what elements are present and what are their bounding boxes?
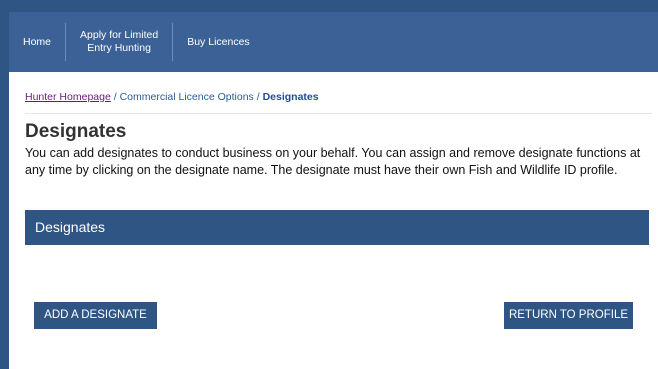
top-frame-border [0, 0, 658, 12]
designates-panel-header: Designates [25, 210, 649, 245]
left-frame-border [0, 0, 9, 369]
nav-buy-licences-label: Buy Licences [187, 35, 250, 48]
breadcrumb-separator: / [253, 91, 263, 103]
return-to-profile-button[interactable]: RETURN TO PROFILE [504, 302, 633, 329]
page-title: Designates [25, 121, 127, 142]
top-navigation: Home Apply for Limited Entry Hunting Buy… [9, 12, 658, 72]
nav-apply-limited-entry-hunting[interactable]: Apply for Limited Entry Hunting [65, 23, 172, 61]
breadcrumb: Hunter Homepage / Commercial Licence Opt… [25, 91, 319, 103]
breadcrumb-current-page: Designates [262, 91, 319, 103]
nav-home[interactable]: Home [9, 23, 65, 61]
add-designate-button[interactable]: ADD A DESIGNATE [34, 302, 157, 329]
nav-apply-label-line1: Apply for Limited [80, 29, 159, 41]
page-description: You can add designates to conduct busine… [25, 146, 641, 177]
breadcrumb-divider [25, 113, 652, 114]
breadcrumb-hunter-homepage[interactable]: Hunter Homepage [25, 91, 111, 103]
breadcrumb-commercial-licence-options[interactable]: Commercial Licence Options [120, 91, 254, 103]
nav-home-label: Home [23, 35, 52, 48]
nav-apply-label-line2: Entry Hunting [87, 42, 151, 54]
breadcrumb-separator: / [110, 91, 120, 103]
nav-apply-label: Apply for Limited Entry Hunting [80, 29, 158, 55]
nav-buy-licences[interactable]: Buy Licences [172, 23, 263, 61]
